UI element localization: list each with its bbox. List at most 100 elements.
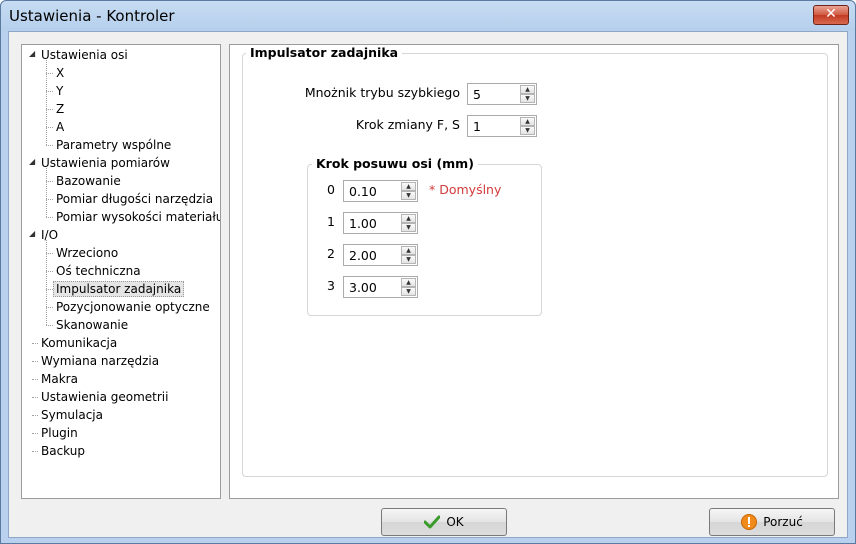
- tree-item-label: X: [56, 66, 65, 80]
- tree-item-label: Wrzeciono: [56, 246, 119, 260]
- tree-item-label: Komunikacja: [41, 336, 118, 350]
- multiplier-spinner[interactable]: 5 ▲ ▼: [467, 83, 537, 105]
- tree-connector: [46, 325, 53, 326]
- feed-step-value[interactable]: 3.00: [349, 280, 377, 295]
- tree-item-label: Y: [56, 84, 64, 98]
- tree-item-label: Pozycjonowanie optyczne: [56, 300, 210, 314]
- tree-item[interactable]: Komunikacja: [38, 334, 120, 352]
- tree-guide-line: [46, 168, 47, 217]
- spin-up-icon[interactable]: ▲: [401, 246, 416, 255]
- spin-up-icon[interactable]: ▲: [401, 214, 416, 223]
- tree-item-label: Z: [56, 102, 65, 116]
- tree-connector: [46, 217, 53, 218]
- step-spinner[interactable]: 1 ▲ ▼: [467, 115, 537, 137]
- check-icon: [424, 515, 441, 529]
- tree-item[interactable]: Symulacja: [38, 406, 106, 424]
- spin-up-icon[interactable]: ▲: [401, 182, 416, 191]
- spin-down-icon[interactable]: ▼: [401, 287, 416, 296]
- tree-item[interactable]: A: [53, 118, 67, 136]
- tree-item-label: Wymiana narzędzia: [41, 354, 160, 368]
- feed-step-value[interactable]: 0.10: [349, 184, 377, 199]
- feed-step-index: 2: [327, 246, 335, 261]
- tree-connector: [46, 181, 53, 182]
- tree-connector: [46, 109, 53, 110]
- tree-connector: [46, 145, 53, 146]
- tree-connector: [46, 199, 53, 200]
- tree-item[interactable]: Wymiana narzędzia: [38, 352, 162, 370]
- tree-item-label: Pomiar wysokości materiału: [56, 210, 221, 224]
- tree-connector: [46, 271, 53, 272]
- feed-step-value[interactable]: 1.00: [349, 216, 377, 231]
- spin-down-icon[interactable]: ▼: [520, 126, 535, 135]
- handwheel-group-title: Impulsator zadajnika: [246, 45, 403, 60]
- feed-step-index: 3: [327, 278, 335, 293]
- cancel-button[interactable]: Porzuć: [709, 508, 835, 536]
- tree-item-label: Ustawienia osi: [41, 48, 128, 62]
- tree-item[interactable]: Pomiar długości narzędzia: [53, 190, 216, 208]
- tree-item[interactable]: Backup: [38, 442, 88, 460]
- tree-item-label: Ustawienia pomiarów: [41, 156, 170, 170]
- tree-item[interactable]: Y: [53, 82, 66, 100]
- feed-step-value[interactable]: 2.00: [349, 248, 377, 263]
- ok-button[interactable]: OK: [381, 508, 507, 536]
- multiplier-label: Mnożnik trybu szybkiego: [304, 85, 460, 100]
- tree-connector: [46, 73, 53, 74]
- spin-down-icon[interactable]: ▼: [520, 94, 535, 103]
- title-bar[interactable]: Ustawienia - Kontroler ✕: [1, 1, 855, 31]
- tree-item[interactable]: Impulsator zadajnika: [53, 280, 185, 298]
- tree-item[interactable]: Ustawienia geometrii: [38, 388, 171, 406]
- spin-down-icon[interactable]: ▼: [401, 191, 416, 200]
- feed-step-spinner[interactable]: 0.10 ▲ ▼: [343, 180, 418, 202]
- spin-up-icon[interactable]: ▲: [520, 85, 535, 94]
- feed-step-index: 0: [327, 182, 335, 197]
- tree-item-label: Impulsator zadajnika: [53, 281, 185, 297]
- spin-up-icon[interactable]: ▲: [520, 117, 535, 126]
- tree-item[interactable]: Parametry wspólne: [53, 136, 174, 154]
- tree-item-label: Oś techniczna: [56, 264, 141, 278]
- tree-item-label: Symulacja: [41, 408, 103, 422]
- spin-down-icon[interactable]: ▼: [401, 255, 416, 264]
- multiplier-value[interactable]: 5: [473, 87, 481, 102]
- settings-tree[interactable]: ◢ Ustawienia osi X Y Z A Parametry wspólne ◢ Ust…: [21, 44, 221, 499]
- tree-item[interactable]: Makra: [38, 370, 81, 388]
- step-label: Krok zmiany F, S: [355, 117, 460, 132]
- tree-item[interactable]: I/O: [38, 226, 61, 244]
- tree-item-label: A: [56, 120, 65, 134]
- window-title: Ustawienia - Kontroler: [9, 7, 175, 25]
- ok-label: OK: [446, 515, 464, 529]
- tree-item[interactable]: Wrzeciono: [53, 244, 121, 262]
- expanded-arrow-icon[interactable]: ◢: [29, 157, 35, 166]
- feed-step-index: 1: [327, 214, 335, 229]
- tree-item-label: Ustawienia geometrii: [41, 390, 169, 404]
- expanded-arrow-icon[interactable]: ◢: [29, 229, 35, 238]
- tree-item[interactable]: Z: [53, 100, 67, 118]
- tree-item-label: Pomiar długości narzędzia: [56, 192, 214, 206]
- feed-step-spinner[interactable]: 2.00 ▲ ▼: [343, 244, 418, 266]
- warning-icon: [741, 514, 758, 530]
- tree-item-label: Bazowanie: [56, 174, 121, 188]
- tree-item[interactable]: Skanowanie: [53, 316, 131, 334]
- spin-up-icon[interactable]: ▲: [401, 278, 416, 287]
- cancel-label: Porzuć: [763, 515, 803, 529]
- tree-item[interactable]: Ustawienia osi: [38, 46, 131, 64]
- feed-step-spinner[interactable]: 1.00 ▲ ▼: [343, 212, 418, 234]
- tree-item[interactable]: Pozycjonowanie optyczne: [53, 298, 213, 316]
- tree-item[interactable]: Pomiar wysokości materiału: [53, 208, 221, 226]
- tree-item-label: I/O: [41, 228, 59, 242]
- tree-item[interactable]: X: [53, 64, 67, 82]
- tree-item[interactable]: Plugin: [38, 424, 81, 442]
- step-value[interactable]: 1: [473, 119, 481, 134]
- spin-down-icon[interactable]: ▼: [401, 223, 416, 232]
- close-button[interactable]: ✕: [813, 5, 849, 25]
- tree-item-label: Parametry wspólne: [56, 138, 172, 152]
- dialog-client: ◢ Ustawienia osi X Y Z A Parametry wspólne ◢ Ust…: [8, 31, 848, 538]
- tree-item[interactable]: Ustawienia pomiarów: [38, 154, 173, 172]
- tree-item-label: Skanowanie: [56, 318, 129, 332]
- expanded-arrow-icon[interactable]: ◢: [29, 49, 35, 58]
- tree-connector: [46, 253, 53, 254]
- default-note: * Domyślny: [429, 182, 502, 197]
- tree-item[interactable]: Oś techniczna: [53, 262, 144, 280]
- settings-window: Ustawienia - Kontroler ✕ ◢ Ustawienia osi…: [0, 0, 856, 544]
- tree-item[interactable]: Bazowanie: [53, 172, 124, 190]
- feed-step-spinner[interactable]: 3.00 ▲ ▼: [343, 276, 418, 298]
